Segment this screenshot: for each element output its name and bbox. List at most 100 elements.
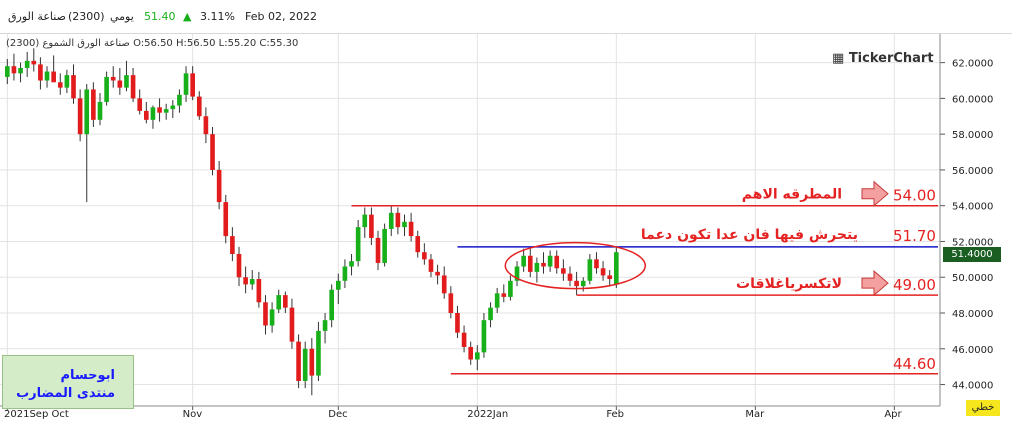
y-tick-label: 44.0000 (952, 381, 993, 392)
candle-body (335, 280, 341, 290)
candle-body (249, 279, 255, 285)
candle-body (31, 60, 37, 65)
candle-body (223, 202, 229, 237)
level-label: 44.60 (893, 355, 936, 373)
candle-body (289, 307, 295, 342)
candle-body (230, 236, 235, 254)
candle-body (316, 330, 321, 376)
candle-body (84, 89, 90, 135)
candle-body (150, 107, 156, 120)
candle-body (196, 96, 202, 117)
candle-body (587, 259, 593, 281)
candle-body (110, 76, 116, 81)
candle-body (269, 309, 275, 326)
candle-body (382, 228, 387, 263)
candle-body (342, 266, 348, 281)
candle-body (415, 236, 421, 253)
candle-body (521, 255, 526, 267)
candle-body (210, 134, 215, 170)
candle-body (362, 214, 368, 228)
y-tick-label: 46.0000 (952, 345, 993, 356)
candle-body (448, 293, 454, 313)
ohlc-subtitle: صناعة الورق الشموع (2300) O:56.50 H:56.5… (6, 38, 299, 49)
candle-body (329, 289, 334, 321)
candle-body (263, 302, 268, 326)
candle-body (395, 212, 401, 228)
candle-body (488, 307, 493, 321)
level-label: 54.00 (893, 187, 936, 205)
candle-body (607, 275, 613, 280)
candle-body (501, 293, 507, 297)
candle-body (57, 82, 63, 88)
candle-body (137, 98, 143, 111)
candle-body (574, 280, 579, 287)
candle-body (428, 259, 434, 272)
level-label: 49.00 (893, 276, 936, 294)
candle-body (614, 252, 619, 285)
x-tick-label: 2021Sep Oct (4, 409, 69, 420)
candle-body (51, 71, 56, 83)
x-tick-label: Feb (606, 409, 624, 420)
candle-body (77, 98, 83, 135)
candle-body (130, 75, 136, 99)
header-period[interactable]: يومي (110, 10, 134, 23)
y-tick-label: 56.0000 (952, 166, 993, 177)
candle-body (561, 268, 566, 274)
candle-body (468, 346, 474, 360)
chart-mode-button[interactable]: خطي (966, 400, 1000, 416)
candle-body (64, 75, 70, 88)
header-price: 51.40 (144, 10, 176, 23)
candle-body (276, 295, 282, 310)
x-tick-label: Mar (745, 409, 765, 420)
candle-body (203, 116, 209, 135)
candle-body (461, 332, 467, 347)
candle-body (534, 262, 540, 272)
candle-body (355, 227, 361, 262)
candle-body (236, 253, 242, 278)
candle-body (402, 221, 407, 228)
candle-body (216, 169, 222, 203)
y-tick-label: 48.0000 (952, 309, 993, 320)
candle-body (243, 277, 248, 285)
candle-body (594, 259, 599, 269)
y-tick-label: 58.0000 (952, 130, 993, 141)
level-note: المطرقه الاهم (742, 187, 842, 203)
candle-body (580, 280, 586, 287)
candle-body (4, 66, 10, 77)
candle-body (422, 252, 427, 260)
candle-body (117, 80, 123, 88)
candle-body (322, 320, 328, 331)
watermark-line2: منتدى المضارب (16, 386, 115, 401)
header-bar: Feb 02, 2022 3.11% ▲ 51.40 يومي (2300) ص… (0, 0, 1012, 34)
resistance-note: يتحرش فيها فان عدا تكون دعما (641, 227, 858, 243)
candle-body (408, 221, 414, 237)
header-name[interactable]: صناعة الورق (8, 10, 66, 23)
candle-body (97, 101, 103, 120)
header-change-pct: 3.11% (200, 10, 235, 23)
last-price-tag: 51.4000 (943, 247, 1001, 262)
candle-body (170, 105, 176, 110)
candle-body (18, 67, 23, 74)
candle-body (157, 107, 162, 113)
y-tick-label: 62.0000 (952, 59, 993, 70)
candle-body (144, 110, 149, 120)
candle-body (481, 320, 487, 353)
candle-body (494, 293, 500, 308)
candle-body (375, 237, 381, 263)
candle-body (44, 71, 50, 81)
candle-body (91, 89, 96, 120)
candle-body (283, 295, 288, 308)
x-tick-label: Dec (328, 409, 347, 420)
x-tick-label: Nov (183, 409, 203, 420)
candle-body (309, 348, 315, 376)
candle-body (435, 271, 440, 276)
candle-body (183, 73, 189, 95)
candle-body (11, 66, 17, 74)
candle-body (349, 261, 354, 267)
y-tick-label: 60.0000 (952, 94, 993, 105)
level-note: لاتكسرياغلاقات (736, 276, 842, 292)
candle-body (163, 109, 169, 113)
watermark-box: ابوحسام منتدى المضارب (2, 355, 134, 409)
candle-body (38, 64, 43, 81)
candle-body (256, 279, 262, 303)
